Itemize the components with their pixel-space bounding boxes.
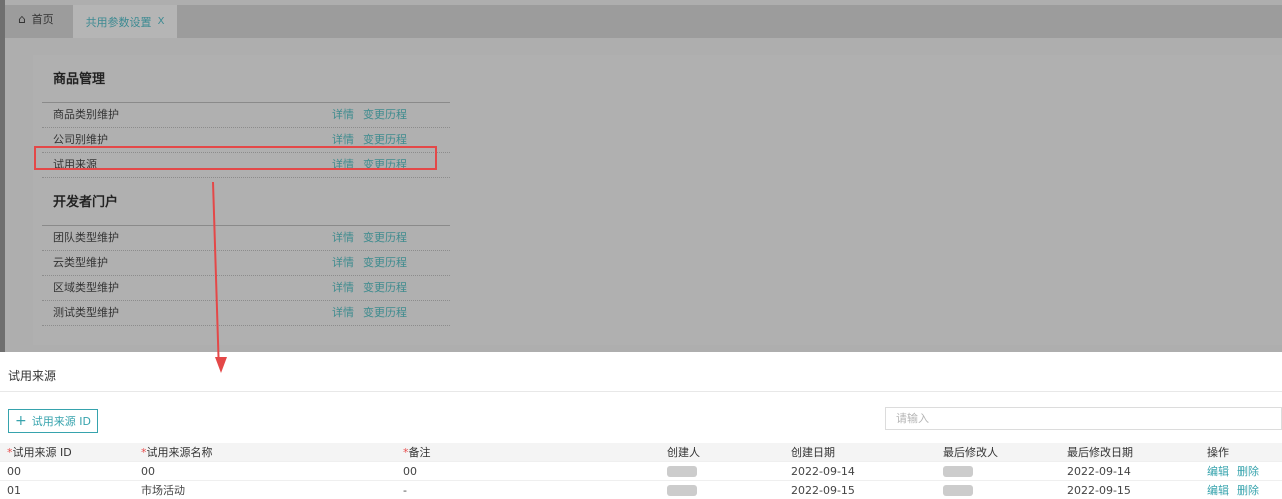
cell-name: 00	[134, 461, 396, 481]
column-header-modifier[interactable]: 最后修改人	[936, 443, 1060, 462]
cell-id: 01	[0, 480, 134, 499]
item-label: 测试类型维护	[53, 306, 119, 319]
list-item: 测试类型维护 详情 变更历程	[42, 301, 450, 326]
item-label: 云类型维护	[53, 256, 108, 269]
detail-link[interactable]: 详情	[332, 251, 354, 275]
tab-bar	[5, 5, 1282, 38]
redacted-value	[943, 485, 973, 496]
cell-creator	[660, 461, 784, 481]
cell-remark: -	[396, 480, 660, 499]
cell-modified-date: 2022-09-15	[1060, 480, 1200, 499]
column-header-remark[interactable]: *备注	[396, 443, 660, 462]
cell-created-date: 2022-09-15	[784, 480, 936, 499]
annotation-highlight-box	[34, 146, 437, 170]
redacted-value	[667, 466, 697, 477]
annotation-arrow-head	[215, 357, 227, 373]
history-link[interactable]: 变更历程	[363, 251, 407, 275]
column-header-id[interactable]: *试用来源 ID	[0, 443, 134, 462]
list-item: 商品类别维护 详情 变更历程	[42, 103, 450, 128]
tab-home[interactable]: ⌂ 首页	[18, 10, 54, 28]
home-icon: ⌂	[18, 12, 26, 26]
plus-icon: +	[15, 413, 27, 429]
edit-link[interactable]: 编辑	[1207, 465, 1229, 478]
tab-shared-params[interactable]: 共用参数设置 X	[73, 5, 177, 38]
cell-name: 市场活动	[134, 480, 396, 499]
table-header-row: *试用来源 ID *试用来源名称 *备注 创建人 创建日期 最后修改人 最后修改…	[0, 443, 1282, 462]
history-link[interactable]: 变更历程	[363, 276, 407, 300]
detail-link[interactable]: 详情	[332, 276, 354, 300]
cell-modified-date: 2022-09-14	[1060, 461, 1200, 481]
history-link[interactable]: 变更历程	[363, 103, 407, 127]
table-row: 01 市场活动 - 2022-09-15 2022-09-15 编辑 删除	[0, 480, 1282, 499]
table-row: 00 00 00 2022-09-14 2022-09-14 编辑 删除	[0, 461, 1282, 481]
column-header-modified-date[interactable]: 最后修改日期	[1060, 443, 1200, 462]
cell-modifier	[936, 480, 1060, 499]
frame-edge	[0, 0, 5, 352]
panel-divider	[0, 391, 1282, 392]
edit-link[interactable]: 编辑	[1207, 484, 1229, 497]
list-item: 团队类型维护 详情 变更历程	[42, 226, 450, 251]
cell-remark: 00	[396, 461, 660, 481]
delete-link[interactable]: 删除	[1237, 465, 1259, 478]
item-label: 区域类型维护	[53, 281, 119, 294]
delete-link[interactable]: 删除	[1237, 484, 1259, 497]
detail-link[interactable]: 详情	[332, 301, 354, 325]
column-header-created-date[interactable]: 创建日期	[784, 443, 936, 462]
redacted-value	[667, 485, 697, 496]
history-link[interactable]: 变更历程	[363, 226, 407, 250]
redacted-value	[943, 466, 973, 477]
detail-link[interactable]: 详情	[332, 226, 354, 250]
search-input[interactable]	[885, 407, 1282, 430]
cell-modifier	[936, 461, 1060, 481]
detail-link[interactable]: 详情	[332, 103, 354, 127]
cell-creator	[660, 480, 784, 499]
history-link[interactable]: 变更历程	[363, 301, 407, 325]
cell-id: 00	[0, 461, 134, 481]
column-header-name[interactable]: *试用来源名称	[134, 443, 396, 462]
column-header-creator[interactable]: 创建人	[660, 443, 784, 462]
cell-operations: 编辑 删除	[1200, 461, 1282, 481]
background-page: ⌂ 首页 共用参数设置 X 商品管理 商品类别维护 详情 变更历程 公司别维护 …	[0, 0, 1282, 352]
add-button-label: 试用来源 ID	[31, 415, 91, 428]
tab-shared-params-label: 共用参数设置	[85, 15, 152, 29]
column-header-operations: 操作	[1200, 443, 1282, 462]
panel-title: 试用来源	[8, 369, 57, 383]
cell-created-date: 2022-09-14	[784, 461, 936, 481]
item-label: 团队类型维护	[53, 231, 119, 244]
add-trial-source-button[interactable]: + 试用来源 ID	[8, 409, 98, 433]
section-developer-portal: 开发者门户 团队类型维护 详情 变更历程 云类型维护 详情 变更历程 区域类型维…	[42, 191, 450, 326]
trial-source-table: *试用来源 ID *试用来源名称 *备注 创建人 创建日期 最后修改人 最后修改…	[0, 443, 1282, 499]
item-label: 商品类别维护	[53, 108, 119, 121]
section-title: 开发者门户	[53, 195, 119, 210]
tab-home-label: 首页	[31, 13, 54, 26]
list-item: 区域类型维护 详情 变更历程	[42, 276, 450, 301]
list-item: 云类型维护 详情 变更历程	[42, 251, 450, 276]
close-icon[interactable]: X	[158, 16, 165, 27]
cell-operations: 编辑 删除	[1200, 480, 1282, 499]
section-title: 商品管理	[53, 72, 106, 87]
